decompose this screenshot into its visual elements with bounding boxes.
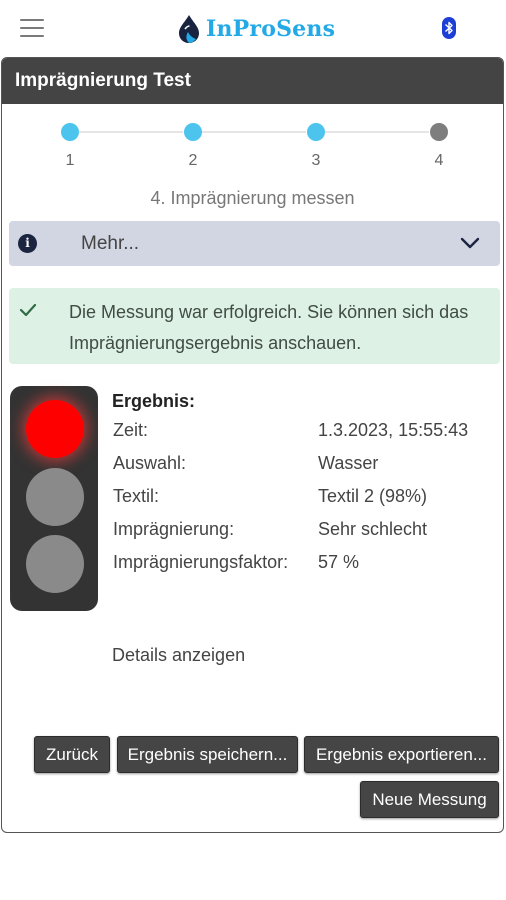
- card-title: Imprägnierung Test: [2, 58, 503, 104]
- success-alert-text: Die Messung war erfolgreich. Sie können …: [69, 302, 469, 353]
- export-result-button[interactable]: Ergebnis exportieren...: [304, 736, 499, 773]
- check-icon: [19, 303, 37, 317]
- brand: InProSens: [176, 13, 335, 45]
- success-alert: Die Messung war erfolgreich. Sie können …: [9, 288, 500, 364]
- result-row-impregnation: Imprägnierung: Sehr schlecht: [112, 519, 502, 552]
- chevron-down-icon: [460, 237, 480, 249]
- result-row-textile: Textil: Textil 2 (98%): [112, 486, 502, 519]
- step-number-3: 3: [311, 152, 321, 169]
- result-row-selection: Auswahl: Wasser: [112, 453, 502, 486]
- stepper: 1 2 3 4: [2, 120, 503, 180]
- traffic-light-red: [26, 400, 84, 458]
- info-icon: i: [18, 234, 37, 253]
- step-number-2: 2: [188, 152, 198, 169]
- result-value: 57 %: [318, 552, 360, 572]
- more-accordion[interactable]: i Mehr...: [9, 221, 500, 266]
- bluetooth-icon[interactable]: [440, 17, 458, 39]
- new-measurement-button[interactable]: Neue Messung: [360, 781, 499, 818]
- hamburger-icon[interactable]: [20, 17, 44, 39]
- step-dot-4[interactable]: [430, 123, 448, 141]
- more-accordion-label: Mehr...: [81, 233, 140, 254]
- current-step-title: 4. Imprägnierung messen: [150, 188, 355, 208]
- step-connector: [201, 131, 306, 133]
- test-card: Imprägnierung Test 1 2 3 4 4. Imprägnier…: [1, 57, 504, 833]
- back-button[interactable]: Zurück: [34, 736, 110, 773]
- result-row-time: Zeit: 1.3.2023, 15:55:43: [112, 420, 502, 453]
- result-key: Textil:: [113, 486, 160, 506]
- result-key: Zeit:: [113, 420, 149, 440]
- result-key: Auswahl:: [113, 453, 187, 473]
- result-heading: Ergebnis:: [112, 391, 196, 411]
- result-value: Textil 2 (98%): [318, 486, 428, 506]
- step-dot-1[interactable]: [61, 123, 79, 141]
- result-key: Imprägnierung:: [113, 519, 235, 539]
- traffic-light-yellow: [26, 468, 84, 526]
- step-connector: [78, 131, 183, 133]
- top-bar: InProSens: [0, 0, 506, 58]
- result-value: Sehr schlecht: [318, 519, 428, 539]
- result-key: Imprägnierungsfaktor:: [113, 552, 289, 572]
- traffic-light: [10, 386, 98, 611]
- result-value: Wasser: [318, 453, 379, 473]
- step-dot-3[interactable]: [307, 123, 325, 141]
- water-drop-logo: [179, 15, 199, 43]
- brand-name: InProSens: [206, 16, 336, 42]
- details-link[interactable]: Details anzeigen: [112, 645, 245, 666]
- step-connector: [324, 131, 429, 133]
- save-result-button[interactable]: Ergebnis speichern...: [117, 736, 298, 773]
- result-row-factor: Imprägnierungsfaktor: 57 %: [112, 552, 502, 585]
- step-dot-2[interactable]: [184, 123, 202, 141]
- step-number-1: 1: [65, 152, 75, 169]
- traffic-light-green: [26, 535, 84, 593]
- step-number-4: 4: [434, 152, 444, 169]
- result-value: 1.3.2023, 15:55:43: [318, 420, 469, 440]
- result-panel: Ergebnis: Zeit: 1.3.2023, 15:55:43 Auswa…: [112, 388, 502, 585]
